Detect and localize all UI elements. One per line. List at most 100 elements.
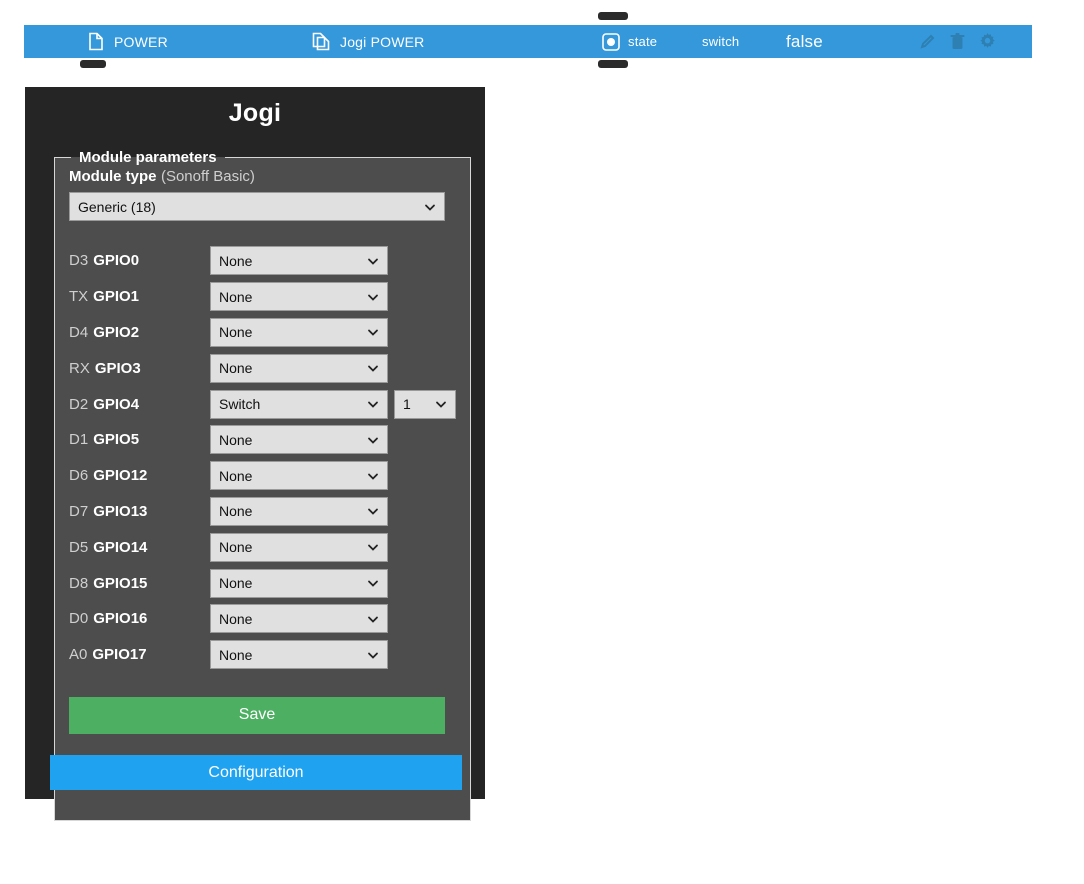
module-type-label: Module type	[69, 168, 157, 185]
gpio-row: D2 GPIO4 Switch 1	[69, 386, 456, 422]
state-type-label: switch	[702, 34, 740, 49]
gpio-index-select[interactable]: 1	[394, 389, 456, 419]
chevron-down-icon	[367, 326, 379, 338]
state-value-label: false	[786, 31, 823, 51]
gpio-pin-label: A0	[69, 646, 88, 664]
chevron-down-icon	[367, 613, 379, 625]
gpio-list: D3 GPIO0 None TX GPIO1 None D4 GPIO2 None RX GPIO3…	[69, 243, 456, 673]
gpio-row: D8 GPIO15 None	[69, 565, 456, 601]
gpio-function-value: None	[219, 252, 253, 269]
module-type-select[interactable]: Generic (18)	[69, 192, 445, 221]
gpio-port-label: GPIO3	[94, 359, 141, 377]
state-type-cell: switch	[702, 25, 739, 58]
gpio-row: D3 GPIO0 None	[69, 243, 456, 279]
gpio-pin-label: D8	[69, 574, 89, 592]
gpio-function-select[interactable]: None	[210, 317, 388, 347]
chevron-down-icon	[435, 398, 447, 410]
gpio-row-label: D3 GPIO0	[69, 252, 210, 269]
gpio-row-label: D1 GPIO5	[69, 431, 210, 448]
gpio-port-label: GPIO16	[93, 610, 148, 628]
chevron-down-icon	[367, 577, 379, 589]
chevron-down-icon	[367, 398, 379, 410]
partial-row-below-right	[598, 60, 628, 68]
gpio-port-label: GPIO5	[93, 431, 140, 449]
gpio-function-select[interactable]: None	[210, 282, 388, 312]
gpio-row: A0 GPIO17 None	[69, 637, 456, 673]
gpio-function-value: None	[219, 646, 253, 663]
gpio-function-value: None	[219, 539, 253, 556]
gpio-row-label: D0 GPIO16	[69, 610, 210, 627]
gpio-port-label: GPIO1	[93, 288, 140, 306]
chevron-down-icon	[367, 362, 379, 374]
gpio-function-select[interactable]: Switch	[210, 389, 388, 419]
gpio-row-label: D8 GPIO15	[69, 575, 210, 592]
save-button[interactable]: Save	[69, 696, 445, 734]
gpio-row-label: D6 GPIO12	[69, 467, 210, 484]
gpio-function-select[interactable]: None	[210, 353, 388, 383]
copy-icon	[312, 32, 330, 51]
gpio-row: D5 GPIO14 None	[69, 529, 456, 565]
gpio-row-label: RX GPIO3	[69, 360, 210, 377]
edit-icon[interactable]	[919, 33, 936, 50]
gpio-pin-label: D3	[69, 252, 89, 270]
chevron-down-icon	[367, 470, 379, 482]
gpio-function-value: None	[219, 360, 253, 377]
gpio-function-value: None	[219, 324, 253, 341]
gpio-pin-label: D0	[69, 610, 89, 628]
gpio-row: RX GPIO3 None	[69, 350, 456, 386]
gear-icon[interactable]	[979, 33, 996, 50]
module-parameters-legend: Module parameters	[79, 149, 217, 166]
gpio-port-label: GPIO13	[93, 502, 148, 520]
delete-icon[interactable]	[950, 33, 965, 50]
gpio-port-label: GPIO15	[93, 574, 148, 592]
module-type-selected-value: Generic (18)	[78, 198, 156, 215]
device-name-label: POWER	[114, 33, 168, 50]
gpio-function-select[interactable]: None	[210, 604, 388, 634]
gpio-row: D6 GPIO12 None	[69, 458, 456, 494]
topic-cell[interactable]: Jogi POWER	[312, 25, 424, 58]
gpio-pin-label: D1	[69, 431, 89, 449]
chevron-down-icon	[367, 434, 379, 446]
gpio-row-label: D5 GPIO14	[69, 539, 210, 556]
gpio-function-select[interactable]: None	[210, 246, 388, 276]
gpio-function-select[interactable]: None	[210, 568, 388, 598]
gpio-function-select[interactable]: None	[210, 461, 388, 491]
gpio-pin-label: D4	[69, 323, 89, 341]
topic-label: Jogi POWER	[340, 33, 425, 50]
gpio-row: TX GPIO1 None	[69, 279, 456, 315]
state-cell[interactable]: state	[602, 25, 657, 58]
gpio-function-value: None	[219, 610, 253, 627]
gpio-pin-label: D2	[69, 395, 89, 413]
gpio-pin-label: D5	[69, 538, 89, 556]
gpio-function-value: Switch	[219, 396, 261, 413]
chevron-down-icon	[367, 505, 379, 517]
gpio-function-select[interactable]: None	[210, 425, 388, 455]
gpio-pin-label: TX	[69, 288, 89, 306]
gpio-port-label: GPIO2	[93, 323, 140, 341]
chevron-down-icon	[367, 291, 379, 303]
gpio-function-value: None	[219, 288, 253, 305]
gpio-row: D0 GPIO16 None	[69, 601, 456, 637]
configuration-button[interactable]: Configuration	[50, 755, 462, 790]
page-title: Jogi	[228, 99, 282, 127]
partial-row-above	[598, 12, 628, 20]
gpio-port-label: GPIO17	[92, 646, 147, 664]
gpio-function-select[interactable]: None	[210, 532, 388, 562]
gpio-function-value: None	[219, 431, 253, 448]
gpio-row-label: TX GPIO1	[69, 288, 210, 305]
gpio-row: D7 GPIO13 None	[69, 494, 456, 530]
state-label: state	[628, 34, 658, 49]
gpio-port-label: GPIO14	[93, 538, 148, 556]
gpio-pin-label: D7	[69, 502, 89, 520]
gpio-row: D4 GPIO2 None	[69, 315, 456, 351]
chevron-down-icon	[367, 255, 379, 267]
device-name-cell[interactable]: POWER	[88, 25, 168, 58]
chevron-down-icon	[367, 541, 379, 553]
gpio-pin-label: D6	[69, 467, 89, 485]
file-icon	[88, 32, 104, 51]
gpio-function-select[interactable]: None	[210, 496, 388, 526]
gpio-row-label: A0 GPIO17	[69, 646, 210, 663]
gpio-function-select[interactable]: None	[210, 640, 388, 670]
gpio-index-value: 1	[403, 396, 411, 413]
device-status-bar: POWER Jogi POWER state switch false	[24, 25, 1032, 58]
